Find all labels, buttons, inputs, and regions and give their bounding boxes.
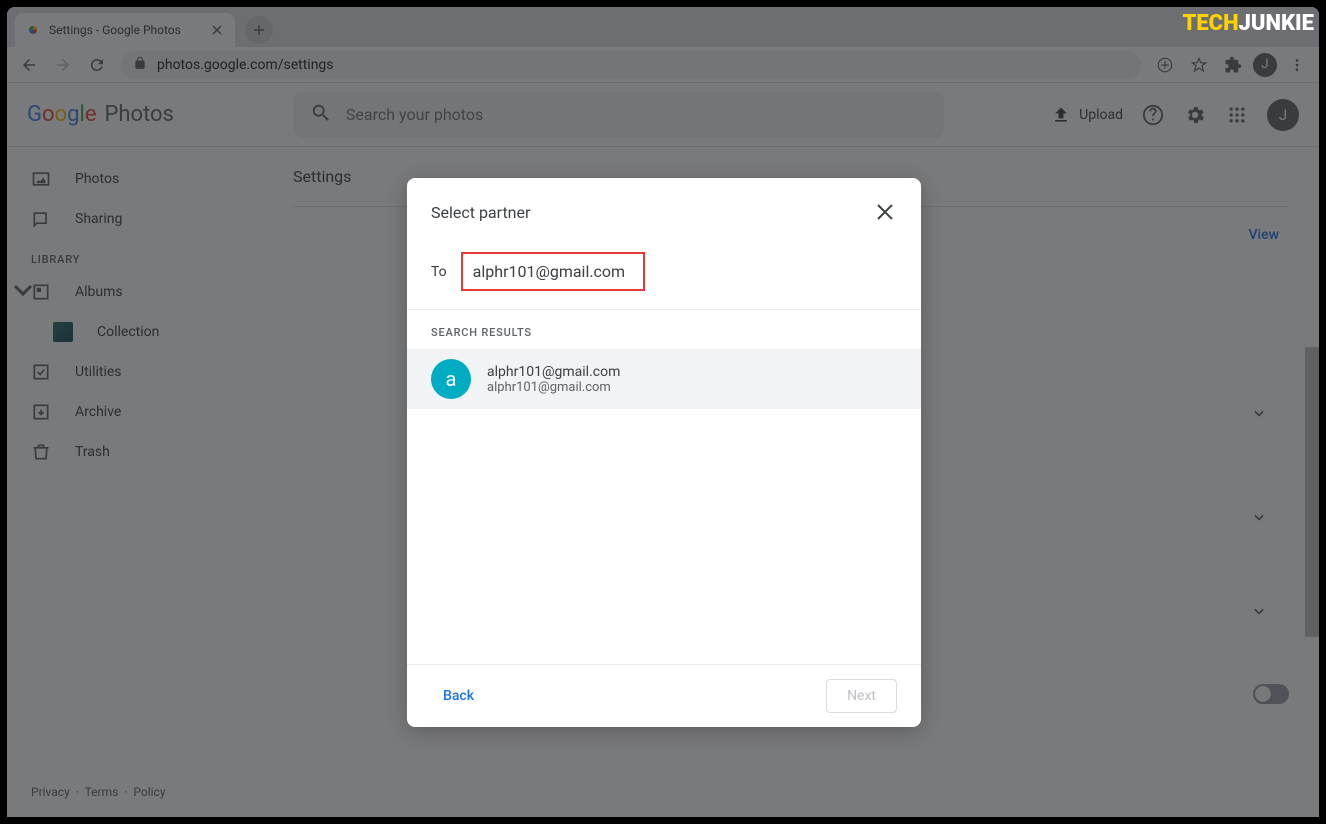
next-button[interactable]: Next (826, 679, 897, 713)
result-avatar: a (431, 359, 471, 399)
to-label: To (431, 264, 447, 280)
result-email: alphr101@gmail.com (487, 380, 620, 395)
result-name: alphr101@gmail.com (487, 364, 620, 380)
partner-email-input[interactable] (473, 262, 633, 281)
modal-title: Select partner (431, 203, 530, 222)
modal-close-button[interactable] (873, 200, 897, 224)
search-results-label: SEARCH RESULTS (407, 310, 921, 349)
select-partner-modal: Select partner To SEARCH RESULTS a alphr… (407, 178, 921, 727)
watermark: TECHJUNKIE (1182, 10, 1314, 36)
search-result-item[interactable]: a alphr101@gmail.com alphr101@gmail.com (407, 349, 921, 409)
to-input-highlight (461, 252, 645, 291)
back-button[interactable]: Back (431, 680, 486, 712)
